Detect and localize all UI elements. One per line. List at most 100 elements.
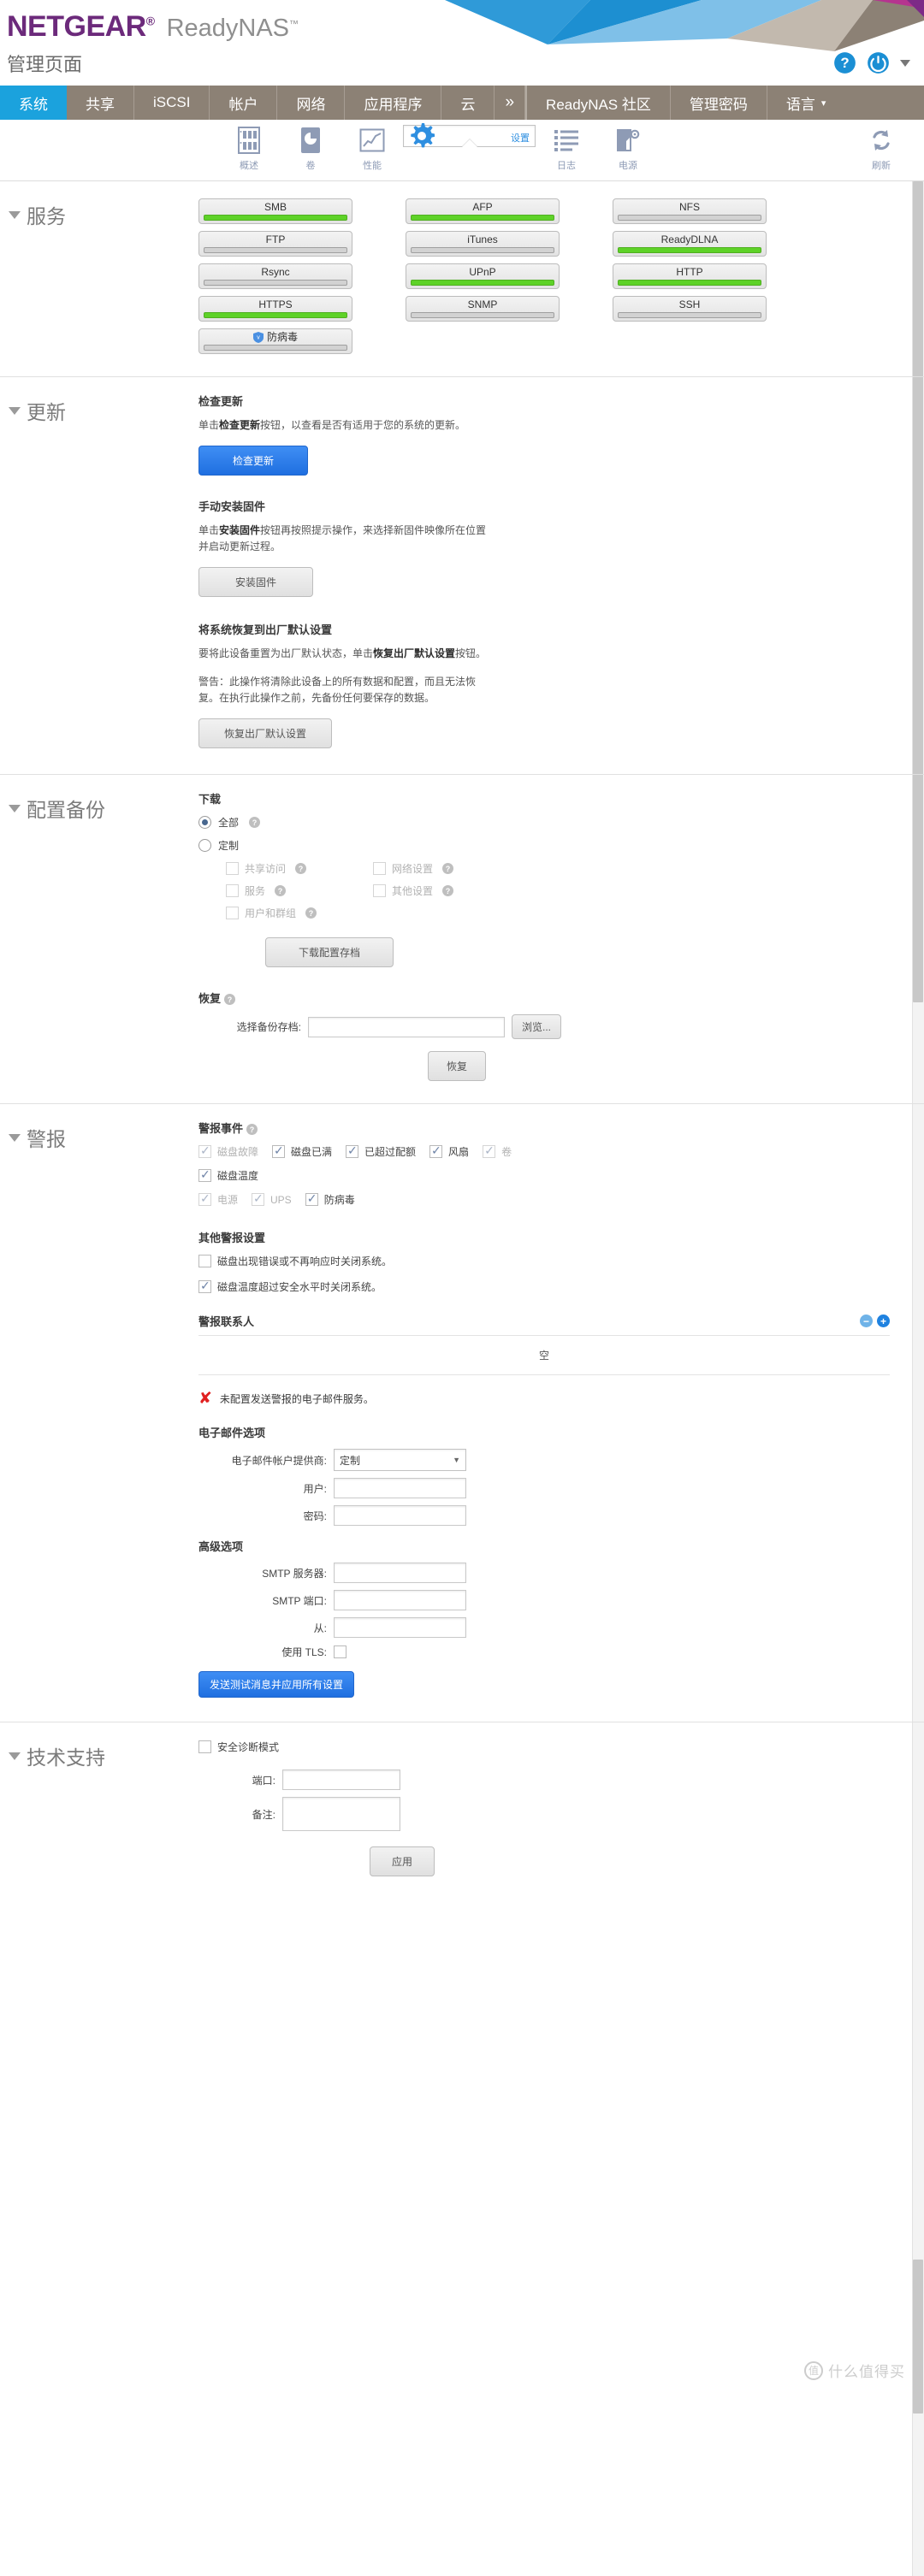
service-button-antivirus[interactable]: v 防病毒 [198, 328, 352, 354]
checkbox-control[interactable] [373, 884, 386, 897]
toolbar-item-refresh[interactable]: 刷新 [850, 125, 912, 172]
alert-checkbox-disk-full[interactable]: 磁盘已满 [272, 1143, 332, 1159]
checkbox-control[interactable] [429, 1143, 443, 1158]
service-button-readydlna[interactable]: ReadyDLNA [613, 231, 767, 257]
email-password-input[interactable] [334, 1505, 466, 1526]
checkbox-share-access[interactable]: 共享访问? [226, 861, 363, 876]
email-from-input[interactable] [334, 1617, 466, 1638]
power-icon[interactable] [867, 51, 890, 74]
checkbox-services[interactable]: 服务? [226, 883, 363, 898]
minus-circle-icon[interactable]: − [860, 1315, 873, 1327]
nav-tab-system[interactable]: 系统 [0, 86, 67, 120]
alert-checkbox-disk-temperature[interactable]: 磁盘温度 [198, 1167, 258, 1183]
email-user-input[interactable] [334, 1478, 466, 1498]
radio-all-control[interactable] [198, 816, 211, 829]
service-button-rsync[interactable]: Rsync [198, 263, 352, 289]
restore-button[interactable]: 恢复 [428, 1051, 486, 1081]
browse-button[interactable]: 浏览... [512, 1014, 561, 1039]
toolbar-item-overview[interactable]: 概述 [218, 125, 280, 172]
service-button-smb[interactable]: SMB [198, 198, 352, 224]
alert-checkbox-volume[interactable]: 卷 [483, 1143, 512, 1159]
alert-checkbox-power[interactable]: 电源 [198, 1191, 238, 1207]
check-update-button[interactable]: 检查更新 [198, 446, 308, 476]
checkbox-users-groups[interactable]: 用户和群组? [226, 906, 363, 920]
nav-overflow-chevron-icon[interactable]: » [495, 86, 526, 120]
checkbox-control[interactable] [373, 862, 386, 875]
checkbox-control[interactable] [483, 1143, 496, 1158]
use-tls-checkbox[interactable] [334, 1645, 346, 1658]
power-menu-caret-icon[interactable] [900, 59, 910, 67]
nav-tab-cloud[interactable]: 云 [441, 86, 495, 120]
alert-checkbox-fan[interactable]: 风扇 [429, 1143, 469, 1159]
email-provider-select[interactable]: 定制 ▼ [334, 1449, 466, 1471]
help-icon[interactable]: ? [249, 817, 261, 828]
support-note-input[interactable] [282, 1797, 400, 1831]
nav-tab-iscsi[interactable]: iSCSI [134, 86, 210, 120]
help-icon[interactable]: ? [246, 1124, 258, 1136]
download-config-button[interactable]: 下载配置存档 [265, 937, 394, 967]
other-setting-shutdown-on-disk-error[interactable]: 磁盘出现错误或不再响应时关闭系统。 [198, 1254, 890, 1268]
plus-circle-icon[interactable]: + [877, 1315, 890, 1327]
collapse-triangle-icon[interactable] [9, 210, 21, 219]
checkbox-control[interactable] [198, 1191, 211, 1206]
support-port-input[interactable] [282, 1770, 400, 1790]
help-icon[interactable]: ? [275, 885, 287, 896]
help-icon[interactable]: ? [442, 863, 454, 874]
section-services-title[interactable]: 服务 [9, 200, 66, 229]
help-circle-icon[interactable]: ? [833, 51, 856, 74]
section-alerts-title[interactable]: 警报 [9, 1123, 66, 1152]
checkbox-control[interactable] [226, 907, 239, 919]
service-button-http[interactable]: HTTP [613, 263, 767, 289]
toolbar-item-settings[interactable]: 设置 [403, 123, 536, 148]
smtp-server-input[interactable] [334, 1563, 466, 1583]
toolbar-item-performance[interactable]: 性能 [341, 125, 403, 172]
safe-diagnostic-mode-checkbox[interactable] [198, 1740, 211, 1753]
section-backup-title[interactable]: 配置备份 [9, 794, 105, 823]
service-button-upnp[interactable]: UPnP [406, 263, 560, 289]
nav-tab-accounts[interactable]: 帐户 [210, 86, 278, 120]
section-support-title[interactable]: 技术支持 [9, 1741, 105, 1770]
checkbox-control[interactable] [272, 1143, 286, 1158]
help-icon[interactable]: ? [442, 885, 454, 896]
service-button-afp[interactable]: AFP [406, 198, 560, 224]
checkbox-control[interactable] [226, 884, 239, 897]
nav-tab-apps[interactable]: 应用程序 [345, 86, 442, 120]
alert-checkbox-quota-exceeded[interactable]: 已超过配额 [346, 1143, 416, 1159]
factory-reset-button[interactable]: 恢复出厂默认设置 [198, 718, 332, 748]
send-test-message-button[interactable]: 发送测试消息并应用所有设置 [198, 1671, 355, 1698]
checkbox-control[interactable] [198, 1167, 211, 1182]
scrollbar-thumb-lower[interactable] [913, 2260, 923, 2414]
alert-checkbox-ups[interactable]: UPS [252, 1191, 292, 1207]
help-icon[interactable]: ? [224, 994, 236, 1006]
collapse-triangle-icon[interactable] [9, 1133, 21, 1142]
checkbox-other-settings[interactable]: 其他设置? [373, 883, 510, 898]
checkbox-control[interactable] [198, 1255, 211, 1267]
collapse-triangle-icon[interactable] [9, 1752, 21, 1760]
nav-tab-readynas-community[interactable]: ReadyNAS 社区 [525, 86, 671, 120]
section-update-title[interactable]: 更新 [9, 396, 66, 425]
toolbar-item-volume[interactable]: 卷 [280, 125, 341, 172]
service-button-snmp[interactable]: SNMP [406, 296, 560, 322]
service-button-ssh[interactable]: SSH [613, 296, 767, 322]
checkbox-control[interactable] [198, 1143, 211, 1158]
radio-custom-control[interactable] [198, 839, 211, 852]
service-button-https[interactable]: HTTPS [198, 296, 352, 322]
smtp-port-input[interactable] [334, 1590, 466, 1610]
nav-tab-shares[interactable]: 共享 [67, 86, 134, 120]
nav-tab-language[interactable]: 语言 ▾ [767, 86, 845, 120]
service-button-itunes[interactable]: iTunes [406, 231, 560, 257]
collapse-triangle-icon[interactable] [9, 406, 21, 415]
other-setting-shutdown-on-temperature[interactable]: 磁盘温度超过安全水平时关闭系统。 [198, 1279, 890, 1294]
service-button-nfs[interactable]: NFS [613, 198, 767, 224]
toolbar-item-logs[interactable]: 日志 [536, 125, 597, 172]
apply-button[interactable]: 应用 [370, 1846, 435, 1876]
service-button-ftp[interactable]: FTP [198, 231, 352, 257]
alert-checkbox-antivirus[interactable]: 防病毒 [305, 1191, 355, 1207]
archive-path-input[interactable] [308, 1016, 505, 1037]
nav-tab-network[interactable]: 网络 [277, 86, 346, 120]
checkbox-control[interactable] [346, 1143, 359, 1158]
install-firmware-button[interactable]: 安装固件 [198, 567, 313, 597]
radio-all[interactable]: 全部 ? [198, 815, 890, 830]
alert-checkbox-disk-failure[interactable]: 磁盘故障 [198, 1143, 258, 1159]
checkbox-control[interactable] [226, 862, 239, 875]
